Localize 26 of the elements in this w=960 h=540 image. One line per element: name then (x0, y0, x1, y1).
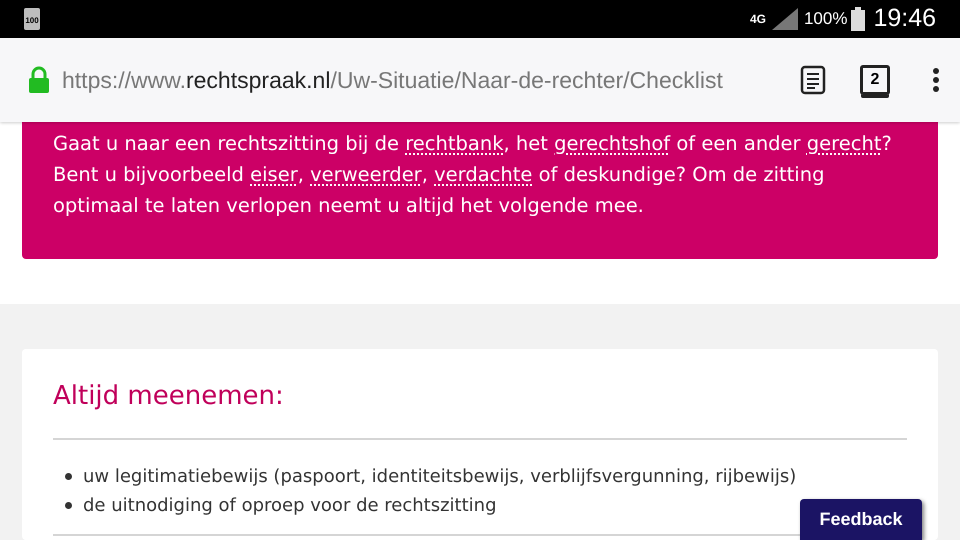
term-link[interactable]: gerechtshof (554, 132, 670, 155)
network-type: 4G (750, 13, 766, 25)
signal-icon (772, 8, 798, 30)
clock: 19:46 (873, 3, 936, 34)
menu-icon[interactable] (932, 67, 940, 93)
intro-text: Bent u bijvoorbeeld eiser, verweerder, verdachte of deskundige? Om de zitting (53, 162, 826, 188)
section-title: Altijd meenemen: (53, 377, 907, 440)
bullet-icon (65, 502, 72, 509)
battery-percent: 100% (804, 8, 848, 30)
term-link[interactable]: verdachte (434, 163, 532, 186)
document-icon[interactable] (800, 65, 826, 95)
battery-icon (851, 7, 866, 31)
intro-text: optimaal te laten verlopen neemt u altijd het volgende mee. (53, 193, 645, 219)
tab-count-button[interactable]: 2 (860, 65, 890, 95)
term-link[interactable]: eiser (250, 163, 298, 186)
battery-badge-icon: 100 (24, 8, 40, 30)
term-link[interactable]: gerecht (806, 132, 882, 155)
checklist-item: de uitnodiging of oproep voor de rechtszitting (83, 494, 497, 518)
feedback-button[interactable]: Feedback (800, 499, 922, 540)
term-link[interactable]: rechtbank (405, 132, 504, 155)
intro-text: Gaat u naar een rechtszitting bij de rechtbank, het gerechtshof of een ander gerecht? (53, 131, 893, 157)
checklist-item: uw legitimatiebewijs (paspoort, identiteitsbewijs, verblijfsvergunning, rijbewijs) (83, 465, 796, 489)
bullet-icon (65, 473, 72, 480)
term-link[interactable]: verweerder (310, 163, 422, 186)
lock-icon (28, 66, 50, 94)
url-field[interactable]: https://www.rechtspraak.nl/Uw-Situatie/Naar-de-rechter/Checklist (62, 62, 723, 98)
